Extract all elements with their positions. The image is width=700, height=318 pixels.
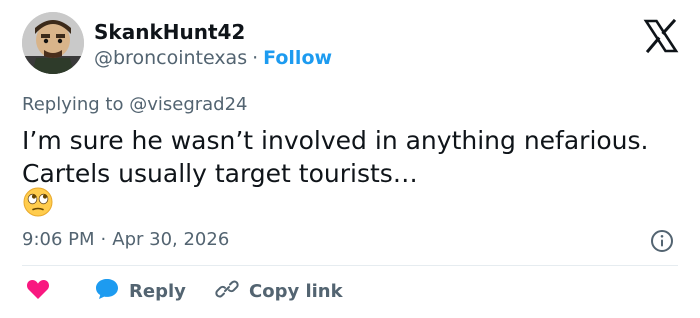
x-logo-icon[interactable]: [643, 18, 679, 54]
avatar[interactable]: [22, 12, 84, 74]
follow-button[interactable]: Follow: [263, 47, 332, 69]
handle-separator: ·: [252, 47, 259, 69]
copy-link-label: Copy link: [249, 280, 343, 302]
face-with-rolling-eyes-icon: [22, 186, 54, 218]
replying-prefix: Replying to: [22, 94, 124, 115]
reply-mention[interactable]: @visegrad24: [129, 94, 247, 115]
user-handle[interactable]: @broncointexas: [94, 47, 247, 69]
timestamp-separator: ·: [100, 229, 107, 250]
tweet-text: I’m sure he wasn’t involved in anything …: [22, 124, 692, 190]
reply-label: Reply: [129, 280, 186, 302]
tweet-line-2: Cartels usually target tourists…: [22, 159, 418, 188]
chat-bubble-icon: [95, 278, 119, 304]
display-name[interactable]: SkankHunt42: [94, 20, 245, 44]
timestamp[interactable]: 9:06 PM · Apr 30, 2026: [22, 229, 229, 250]
handle-line: @broncointexas · Follow: [94, 47, 332, 69]
info-icon[interactable]: [650, 229, 674, 253]
copy-link-button[interactable]: Copy link: [215, 274, 343, 308]
heart-icon: [26, 278, 50, 304]
tweet-time: 9:06 PM: [22, 229, 95, 250]
divider: [22, 265, 678, 266]
link-icon: [215, 277, 239, 305]
like-button[interactable]: [26, 274, 50, 308]
replying-to: Replying to @visegrad24: [22, 94, 248, 115]
tweet-line-1: I’m sure he wasn’t involved in anything …: [22, 126, 649, 155]
reply-button[interactable]: Reply: [95, 274, 186, 308]
tweet-date: Apr 30, 2026: [112, 229, 230, 250]
action-bar: Reply Copy link: [0, 274, 700, 308]
